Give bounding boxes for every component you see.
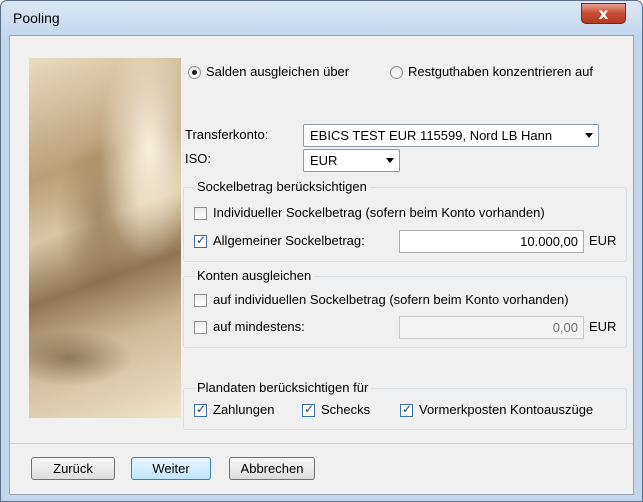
back-button-label: Zurück bbox=[53, 461, 93, 476]
checkbox-checks[interactable] bbox=[302, 402, 315, 417]
dialog-content: Salden ausgleichen über Restguthaben kon… bbox=[9, 35, 634, 495]
group-balance-accounts-title: Konten ausgleichen bbox=[194, 268, 315, 283]
divider bbox=[10, 443, 633, 444]
minimum-amount-input[interactable]: 0,00 bbox=[399, 316, 584, 339]
checkbox-individual-base[interactable] bbox=[194, 207, 207, 220]
checkbox-payments-label[interactable]: Zahlungen bbox=[213, 402, 274, 417]
cancel-button[interactable]: Abbrechen bbox=[229, 457, 315, 480]
decorative-image bbox=[29, 58, 181, 418]
minimum-amount-value: 0,00 bbox=[552, 320, 578, 335]
window-title: Pooling bbox=[13, 10, 60, 26]
group-plan-data-title: Plandaten berücksichtigen für bbox=[194, 380, 372, 395]
checkbox-memo-items-label[interactable]: Vormerkposten Kontoauszüge bbox=[419, 402, 593, 417]
radio-balance[interactable] bbox=[188, 66, 201, 79]
checkbox-checks-label[interactable]: Schecks bbox=[321, 402, 370, 417]
back-button[interactable]: Zurück bbox=[31, 457, 115, 480]
title-bar[interactable]: Pooling x bbox=[1, 1, 642, 35]
checkbox-individual-balance-label[interactable]: auf individuellen Sockelbetrag (sofern b… bbox=[213, 292, 569, 307]
next-button-label: Weiter bbox=[152, 461, 190, 476]
group-base-amount-title: Sockelbetrag berücksichtigen bbox=[194, 179, 370, 194]
checkbox-memo-items[interactable] bbox=[400, 402, 413, 417]
transfer-account-label: Transferkonto: bbox=[185, 127, 269, 142]
checkbox-individual-base-label[interactable]: Individueller Sockelbetrag (sofern beim … bbox=[213, 205, 545, 220]
cancel-button-label: Abbrechen bbox=[240, 461, 304, 476]
transfer-account-select[interactable]: EBICS TEST EUR 115599, Nord LB Hann bbox=[303, 124, 599, 147]
checkbox-general-base[interactable] bbox=[194, 233, 207, 248]
checkbox-minimum-label[interactable]: auf mindestens: bbox=[213, 319, 305, 334]
general-base-amount-input[interactable]: 10.000,00 bbox=[399, 230, 584, 253]
general-base-amount-value: 10.000,00 bbox=[520, 234, 578, 249]
checkbox-minimum[interactable] bbox=[194, 321, 207, 334]
minimum-currency: EUR bbox=[589, 319, 617, 334]
next-button[interactable]: Weiter bbox=[131, 457, 211, 480]
radio-concentrate-label[interactable]: Restguthaben konzentrieren auf bbox=[408, 64, 593, 79]
close-icon: x bbox=[598, 4, 609, 23]
chevron-down-icon bbox=[585, 133, 593, 138]
pooling-dialog: Pooling x Salden ausgleichen über Restgu… bbox=[0, 0, 643, 502]
transfer-account-value: EBICS TEST EUR 115599, Nord LB Hann bbox=[310, 128, 553, 143]
iso-label: ISO: bbox=[185, 151, 212, 166]
chevron-down-icon bbox=[386, 158, 394, 163]
radio-concentrate[interactable] bbox=[390, 66, 403, 79]
radio-balance-label[interactable]: Salden ausgleichen über bbox=[206, 64, 349, 79]
iso-value: EUR bbox=[310, 153, 338, 168]
checkbox-payments[interactable] bbox=[194, 402, 207, 417]
iso-select[interactable]: EUR bbox=[303, 149, 400, 172]
checkbox-general-base-label[interactable]: Allgemeiner Sockelbetrag: bbox=[213, 233, 365, 248]
close-button[interactable]: x bbox=[581, 3, 626, 24]
general-base-currency: EUR bbox=[589, 233, 617, 248]
checkbox-individual-balance[interactable] bbox=[194, 294, 207, 307]
